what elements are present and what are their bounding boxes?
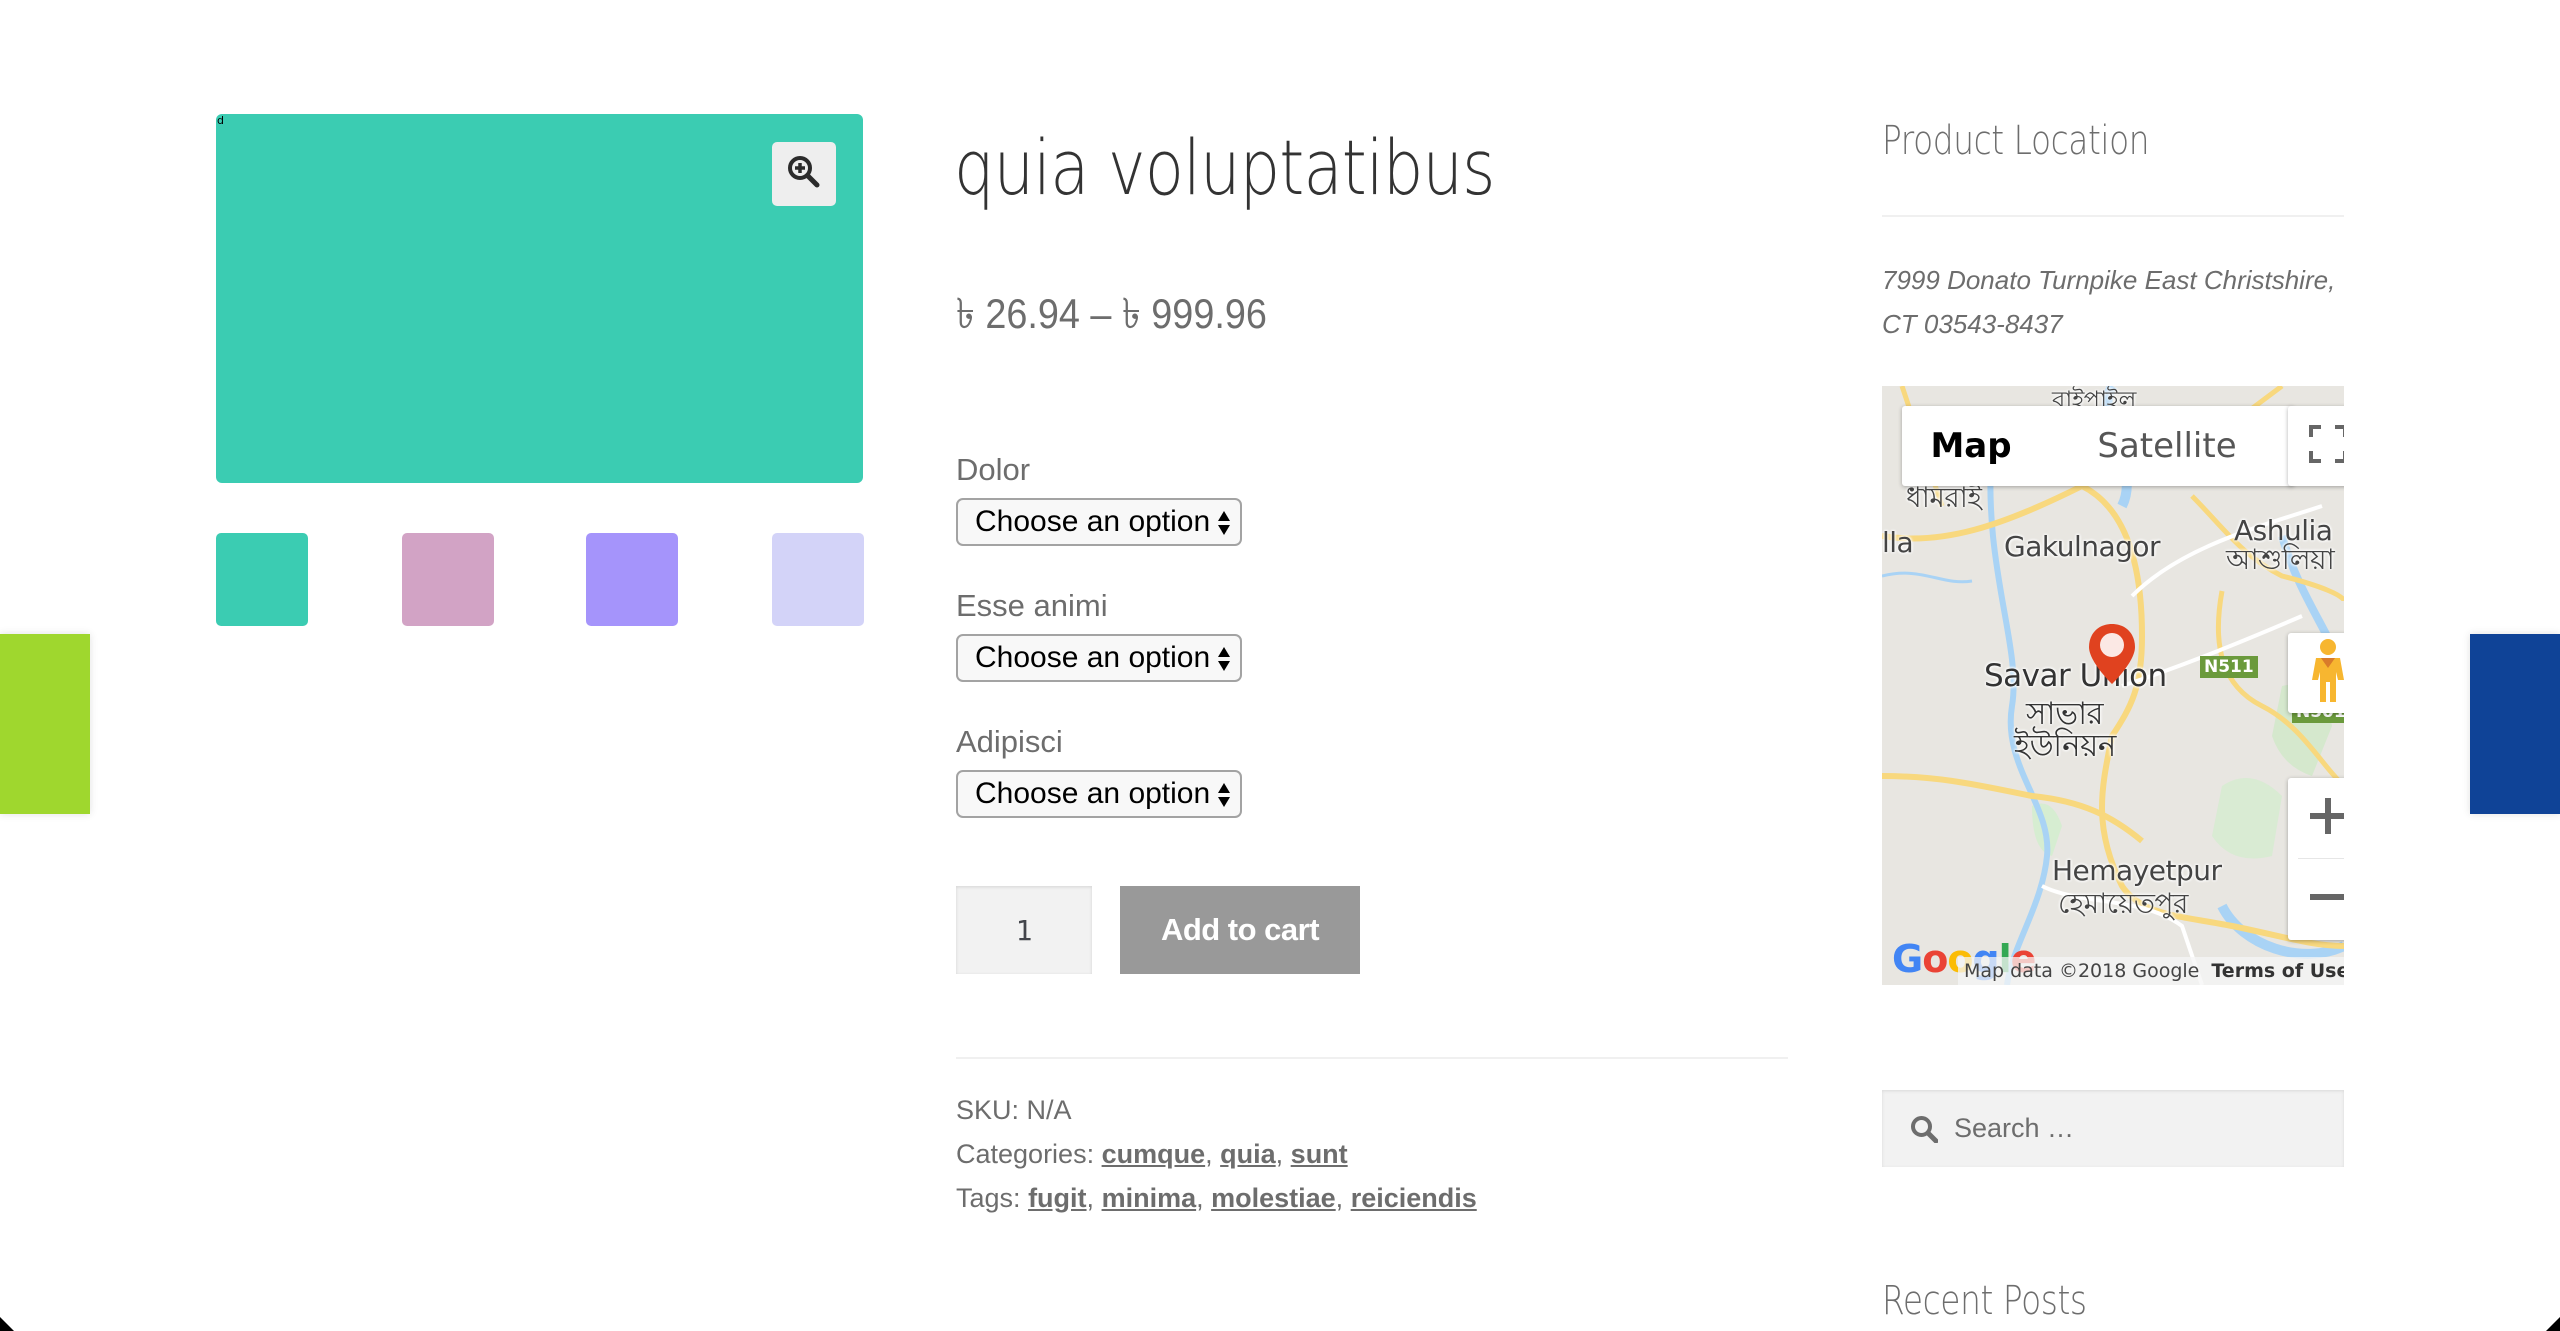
product-price-range: ৳ 26.94 – ৳ 999.96 [956,290,1267,337]
fullscreen-icon [2309,424,2344,468]
product-location-title: Product Location [1882,118,2150,164]
product-tags: Tags: fugit, minima, molestiae, reiciend… [956,1183,1477,1213]
add-to-cart-button[interactable]: Add to cart [1120,886,1360,974]
map-label-gakulnagor: Gakulnagor [2004,530,2161,563]
variation-label-esse-animi: Esse animi [956,588,1108,623]
variation-select-dolor[interactable]: Choose an option [956,498,1242,546]
variation-select-adipisci[interactable]: Choose an option [956,770,1242,818]
address-line-2: CT 03543-8437 [1882,309,2063,339]
gallery-thumbnail-2[interactable] [402,533,494,626]
category-link-cumque[interactable]: cumque [1102,1139,1206,1169]
select-value: Choose an option [975,505,1211,538]
address-line-1: 7999 Donato Turnpike East Christshire, [1882,265,2336,295]
left-side-tab[interactable] [0,634,90,814]
sku-label: SKU: [956,1095,1020,1125]
categories-label: Categories: [956,1139,1095,1169]
search-icon [1910,1115,1938,1143]
map-attribution-bar: Map data ©2018 Google Terms of Use [1958,957,2344,985]
add-to-cart-label: Add to cart [1160,912,1320,947]
map-zoom-out-button[interactable] [2288,859,2344,939]
map-label-savar-bn-2: ইউনিয়ন [2014,728,2116,764]
map-marker-icon[interactable] [2087,622,2137,691]
plus-icon [2310,797,2344,839]
map-label-savar: Savar Union [1984,658,2167,694]
product-main-image[interactable] [216,114,863,483]
product-title: quia voluptatibus [954,123,1495,212]
category-link-sunt[interactable]: sunt [1291,1139,1348,1169]
gallery-thumbnail-4[interactable] [772,533,864,626]
variation-label-dolor: Dolor [956,452,1031,487]
map-attribution: Map data ©2018 Google [1964,960,2200,982]
image-alt-text: d [217,114,224,127]
search-input[interactable] [1952,1112,2322,1145]
road-shield-n511: N511 [2200,656,2258,678]
select-value: Choose an option [975,777,1211,810]
tag-link-molestiae[interactable]: molestiae [1211,1183,1336,1213]
variation-label-adipisci: Adipisci [956,724,1063,759]
product-address: 7999 Donato Turnpike East Christshire, C… [1882,258,2352,346]
select-arrows-icon [1217,780,1231,810]
recent-posts-title: Recent Posts [1882,1278,2087,1324]
sidebar-search-field[interactable] [1882,1090,2344,1167]
map-label-hemayetpur-bn: হেমায়েতপুর [2058,887,2188,920]
select-value: Choose an option [975,641,1211,674]
window-corner [2546,1317,2560,1331]
map-fullscreen-button[interactable] [2288,406,2344,486]
gallery-thumbnail-1[interactable] [216,533,308,626]
zoom-in-icon [787,155,821,194]
product-categories: Categories: cumque, quia, sunt [956,1139,1348,1169]
quantity-value: 1 [1015,913,1033,947]
map-label-partial: lla [1882,526,1914,559]
quantity-input[interactable]: 1 [956,886,1092,974]
pegman-icon [2310,638,2344,709]
right-side-tab[interactable] [2470,634,2560,814]
map-type-satellite-button[interactable]: Satellite [2040,406,2294,486]
map-type-map-button[interactable]: Map [1902,406,2040,486]
summary-divider [956,1057,1788,1059]
variation-select-esse-animi[interactable]: Choose an option [956,634,1242,682]
google-map[interactable]: বাইপাইল ধামরাই lla Gakulnagor Ashulia আশ… [1882,386,2344,985]
category-link-quia[interactable]: quia [1220,1139,1276,1169]
map-type-control: Map Satellite [1902,406,2294,486]
image-zoom-button[interactable] [772,142,836,206]
gallery-thumbnail-3[interactable] [586,533,678,626]
tag-link-minima[interactable]: minima [1102,1183,1197,1213]
widget-divider [1882,215,2344,217]
tag-link-reiciendis[interactable]: reiciendis [1351,1183,1477,1213]
tags-label: Tags: [956,1183,1021,1213]
window-corner [0,1317,14,1331]
tag-link-fugit[interactable]: fugit [1028,1183,1086,1213]
map-zoom-control [2288,778,2344,940]
map-terms-link[interactable]: Terms of Use [2199,960,2344,982]
product-sku: SKU: N/A [956,1088,1072,1132]
minus-icon [2310,879,2344,920]
select-arrows-icon [1217,644,1231,674]
sku-value: N/A [1026,1095,1072,1125]
select-arrows-icon [1217,508,1231,538]
street-view-pegman-button[interactable] [2288,633,2344,713]
map-label-ashulia-bn: আশুলিয়া [2226,543,2335,576]
map-zoom-in-button[interactable] [2288,778,2344,858]
